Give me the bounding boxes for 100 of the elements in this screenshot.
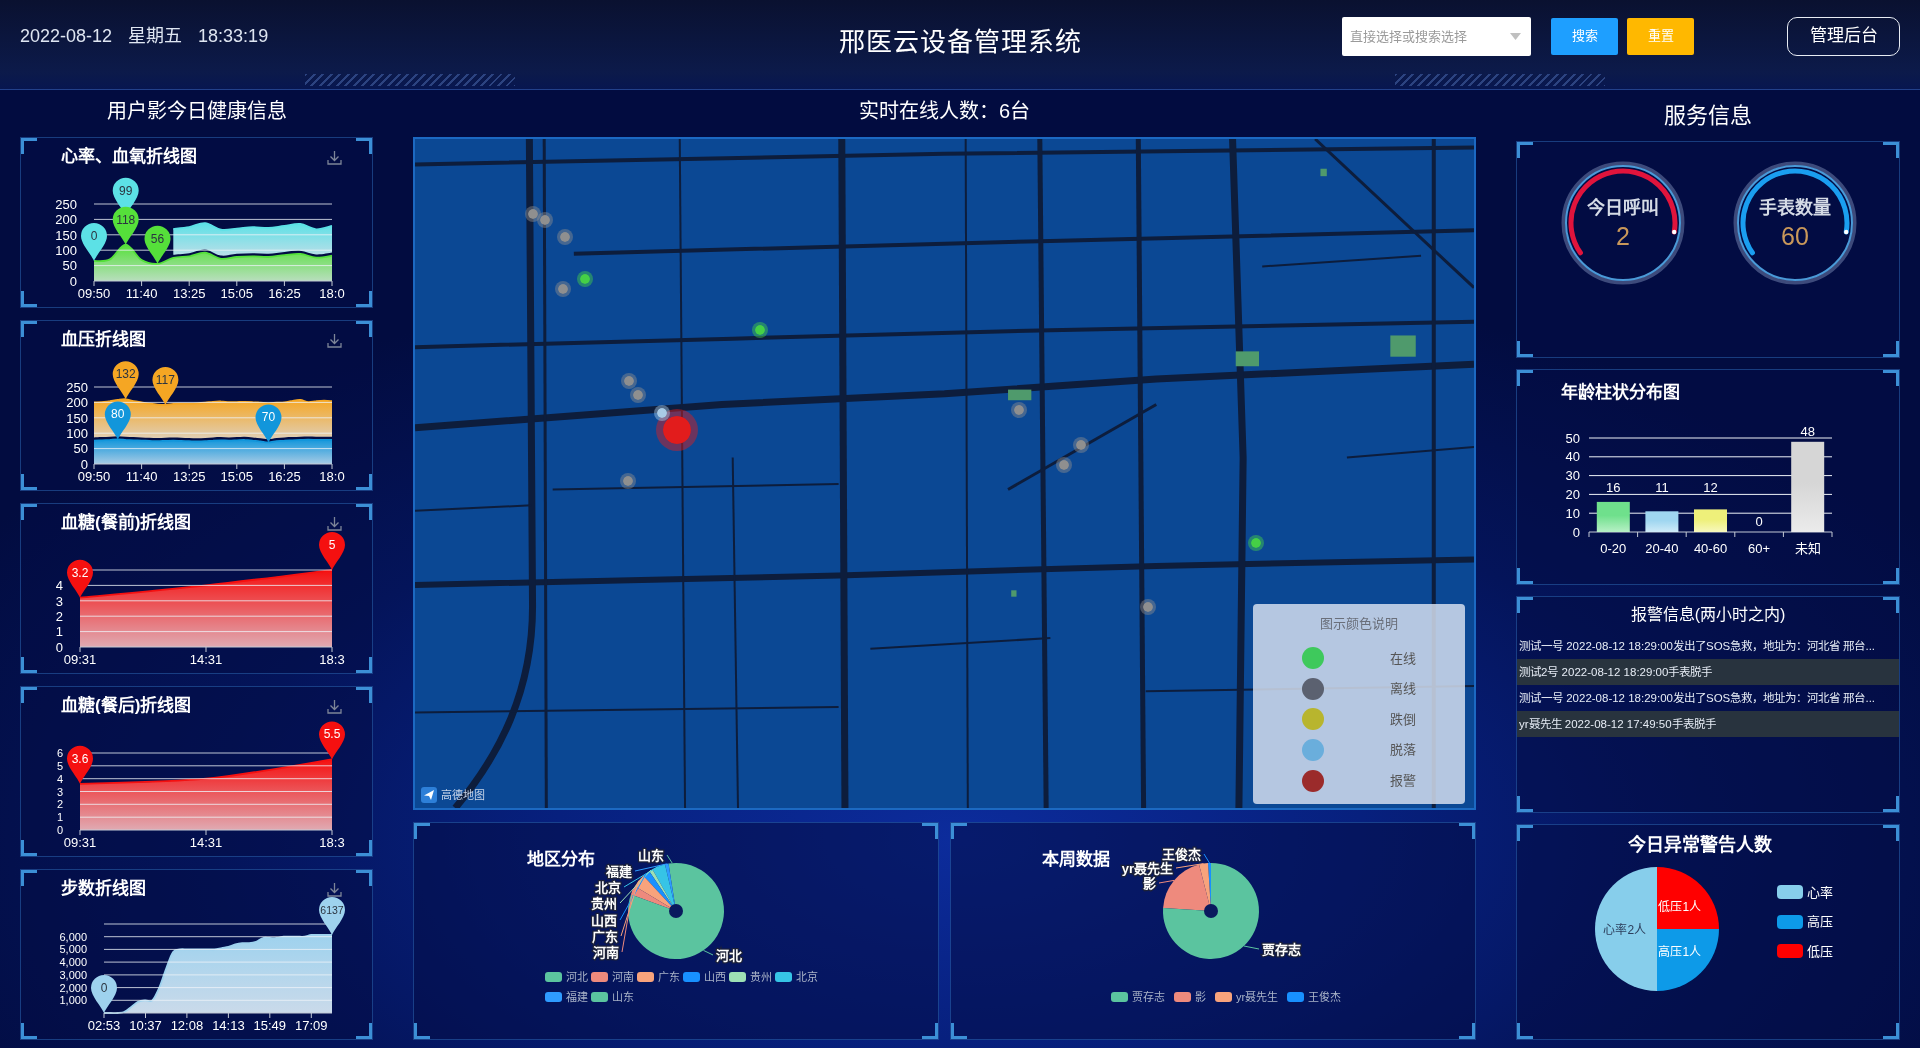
download-icon[interactable]	[327, 149, 342, 165]
value-pin: 118	[112, 206, 139, 245]
value-pin: 0	[81, 223, 107, 261]
annotation: 80	[111, 407, 125, 422]
axis-label: 6	[56, 747, 63, 759]
slice-label: yr聂先生	[1121, 861, 1173, 876]
axis-label: 16:25	[268, 286, 301, 301]
data-label: 11	[1655, 479, 1669, 495]
data-label: 0	[1755, 513, 1763, 529]
axis-label: 14:13	[212, 1018, 245, 1033]
axis-label: 09:31	[63, 835, 97, 850]
slice-label: 影	[1143, 876, 1156, 891]
slice-label: 低压1人	[1658, 899, 1702, 914]
axis-label: 15:05	[220, 286, 254, 301]
axis-label: 18:0	[319, 469, 345, 484]
pie-hole	[1204, 904, 1218, 918]
legend-label: 河南	[612, 971, 634, 983]
axis-label: 30	[1565, 467, 1580, 483]
chart-title: 血压折线图	[61, 329, 146, 351]
legend-label: 山西	[704, 971, 726, 983]
admin-button[interactable]: 管理后台	[1787, 16, 1900, 56]
value-pin: 0	[91, 975, 117, 1013]
panel-title: 报警信息(两小时之内)	[1630, 605, 1786, 625]
axis-label: 10:37	[129, 1018, 162, 1033]
axis-label: 100	[55, 242, 77, 258]
axis-label: 15:49	[253, 1018, 287, 1033]
slice-label: 贾存志	[1262, 942, 1301, 957]
axis-label: 0	[69, 273, 77, 289]
alarm-row-text: 测试一号 2022-08-12 18:29:00发出了SOS急救，地址为：河北省 邢台...	[1518, 639, 1877, 654]
value-pin: 5	[319, 532, 345, 570]
axis-label: 5,000	[59, 943, 87, 956]
chart-title: 年龄柱状分布图	[1561, 382, 1680, 402]
chart-title: 心率、血氧折线图	[61, 146, 197, 168]
value-pin: 80	[104, 401, 131, 440]
time-text: 18:33:19	[198, 24, 269, 48]
legend-label: 广东	[658, 971, 680, 983]
axis-label: 2,000	[59, 981, 87, 994]
slice-label: 河北	[716, 948, 742, 963]
annotation: 3.6	[71, 751, 89, 766]
axis-label: 6,000	[59, 930, 87, 943]
axis-label: 2	[56, 798, 63, 811]
weekday-text: 星期五	[128, 24, 183, 48]
axis-label: 4	[56, 772, 63, 785]
legend-label: 王俊杰	[1308, 991, 1342, 1003]
legend-title: 图示颜色说明	[1320, 616, 1398, 631]
axis-label: 4,000	[59, 956, 87, 969]
axis-label: 11:40	[125, 469, 158, 484]
chart-title: 地区分布	[527, 850, 595, 869]
axis-label: 0-20	[1600, 540, 1627, 556]
legend-label: 山东	[612, 991, 634, 1003]
axis-label: 4	[55, 578, 63, 594]
annotation: 56	[150, 231, 165, 246]
legend-label: 河北	[566, 971, 588, 983]
download-icon[interactable]	[327, 515, 342, 531]
axis-label: 5	[56, 759, 63, 772]
download-icon[interactable]	[327, 881, 342, 897]
legend-label: 低压	[1807, 942, 1833, 961]
value-pin: 132	[112, 361, 139, 400]
axis-label: 40-60	[1693, 540, 1728, 556]
legend-label: 脱落	[1390, 741, 1416, 760]
annotation: 0	[100, 981, 108, 995]
axis-label: 18:3	[319, 652, 345, 667]
axis-label: 20	[1565, 486, 1580, 502]
download-icon[interactable]	[327, 332, 342, 348]
slice-label: 山东	[638, 848, 664, 863]
slice-label: 贵州	[591, 896, 617, 911]
legend-label: 离线	[1390, 680, 1416, 699]
axis-label: 1	[56, 811, 63, 824]
annotation: 70	[261, 410, 276, 425]
axis-label: 12:08	[170, 1018, 204, 1033]
alarm-row: 测试2号 2022-08-12 18:29:00手表脱手	[1517, 659, 1899, 685]
axis-label: 50	[1565, 430, 1580, 445]
value-pin: 117	[152, 366, 179, 405]
axis-label: 14:31	[189, 652, 223, 667]
axis-label: 200	[55, 212, 77, 228]
leader-line	[703, 949, 714, 956]
axis-label: 150	[66, 410, 88, 426]
axis-label: 11:40	[125, 286, 158, 301]
axis-label: 13:25	[172, 469, 206, 484]
search-select[interactable]: 直接选择或搜索选择	[1342, 16, 1531, 56]
axis-label: 09:50	[77, 286, 111, 301]
slice-label: 广东	[592, 929, 618, 944]
axis-label: 16:25	[268, 469, 301, 484]
axis-label: 18:0	[319, 286, 345, 301]
slice-label: 高压1人	[1658, 944, 1702, 959]
slice-label: 心率2人	[1603, 922, 1647, 936]
axis-label: 0	[1572, 524, 1580, 539]
value-pin: 3.2	[67, 559, 93, 598]
legend-label: 贵州	[750, 971, 772, 983]
axis-label: 09:31	[63, 652, 97, 667]
axis-label: 40	[1565, 448, 1580, 464]
section-title: 实时在线人数：6台	[858, 99, 1031, 123]
axis-label: 0	[80, 456, 88, 472]
app-title: 邢医云设备管理系统	[838, 25, 1082, 59]
reset-button[interactable]: 重置	[1627, 17, 1694, 55]
date-text: 2022-08-12	[20, 24, 113, 48]
download-icon[interactable]	[327, 698, 342, 714]
axis-label: 0	[55, 639, 63, 655]
legend-label: 影	[1195, 991, 1206, 1003]
search-button[interactable]: 搜索	[1551, 17, 1618, 55]
